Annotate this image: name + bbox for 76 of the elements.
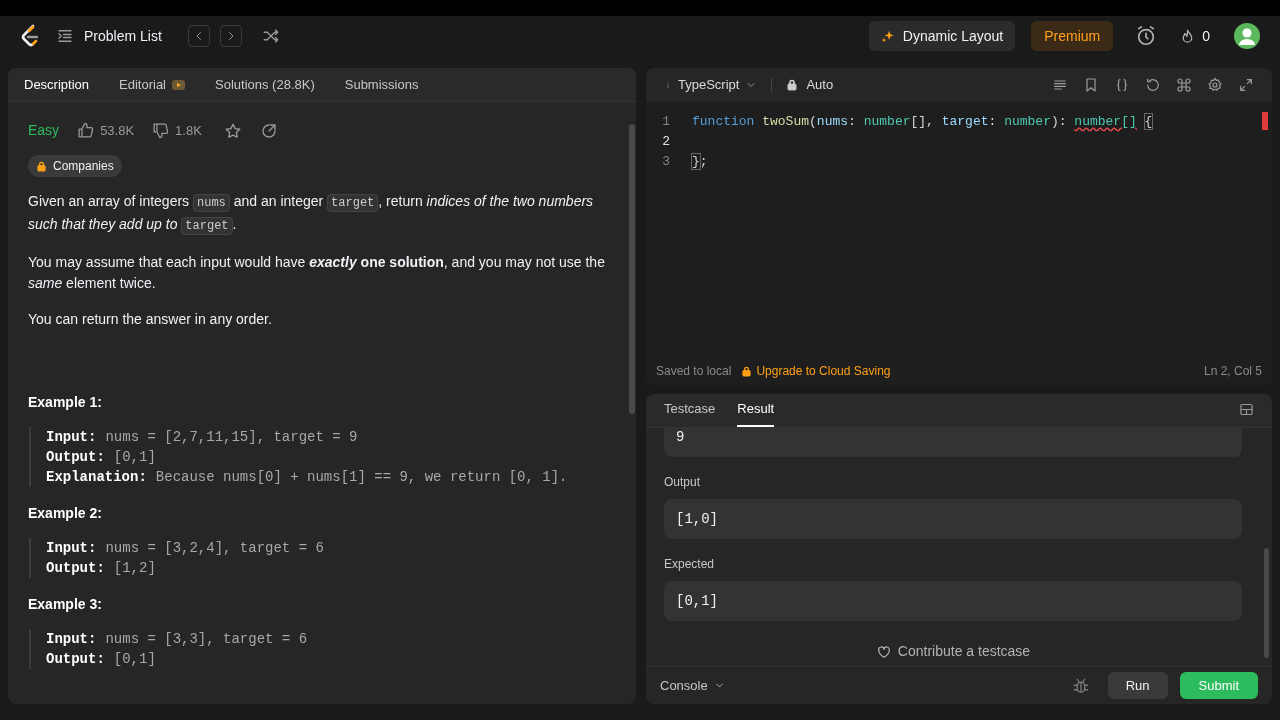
field-label: Output xyxy=(664,474,701,491)
example-label: Input: xyxy=(46,630,97,649)
problem-list-button[interactable]: Problem List xyxy=(56,25,162,47)
shuffle-icon[interactable] xyxy=(261,27,280,45)
list-icon xyxy=(56,27,74,45)
dynamic-layout-button[interactable]: Dynamic Layout xyxy=(868,21,1016,51)
reset-icon[interactable] xyxy=(1145,77,1161,93)
panel-tab[interactable]: Editorial xyxy=(119,74,185,95)
example-value: Because nums[0] + nums[1] == 9, we return [0, 1]. xyxy=(155,468,568,487)
example-label: Output: xyxy=(46,448,105,467)
avatar-icon[interactable] xyxy=(1234,23,1260,49)
example-label: Input: xyxy=(46,428,97,447)
layout-icon[interactable] xyxy=(1239,402,1254,417)
panel-tab[interactable]: Testcase xyxy=(664,394,716,427)
example-value: [0,1] xyxy=(113,650,156,669)
example-value: nums = [3,2,4], target = 6 xyxy=(105,539,324,558)
language-selector[interactable]: TypeScript xyxy=(664,75,758,95)
example-label: Explanation: xyxy=(46,468,147,487)
lock-icon xyxy=(786,79,799,91)
example-value: nums = [3,3], target = 6 xyxy=(105,630,308,649)
heart-icon xyxy=(875,643,892,660)
difficulty-label: Easy xyxy=(28,121,60,140)
contribute-testcase-button[interactable]: Contribute a testcase xyxy=(875,641,1031,662)
format-icon[interactable] xyxy=(1052,77,1068,93)
example-label: Input: xyxy=(46,539,97,558)
testcase-value: 9 xyxy=(676,428,685,447)
braces-icon[interactable] xyxy=(1114,77,1130,93)
panel-tab[interactable]: Solutions (28.8K) xyxy=(215,74,315,95)
example-heading: Example 2: xyxy=(28,504,103,523)
lock-icon xyxy=(741,365,753,377)
description-text: Given an array of integers nums and an integer target , return indices of the two numbers such that they add up to target . xyxy=(28,192,595,237)
console-button[interactable]: Console xyxy=(660,675,725,696)
line-number: 2 xyxy=(661,133,671,152)
sparkle-icon xyxy=(880,29,895,43)
line-number: 1 xyxy=(661,113,671,132)
panel-tab[interactable]: Description xyxy=(24,74,90,95)
bookmark-icon[interactable] xyxy=(1083,77,1099,93)
bug-icon[interactable] xyxy=(1071,676,1090,695)
panel-tab[interactable]: Submissions xyxy=(344,74,419,95)
companies-tag[interactable]: Companies xyxy=(28,155,122,177)
expand-icon[interactable] xyxy=(1238,77,1254,93)
settings-icon[interactable] xyxy=(1207,77,1223,93)
cursor-position: Ln 2, Col 5 xyxy=(1203,363,1262,380)
streak-counter[interactable]: 0 xyxy=(1179,25,1210,47)
share-icon[interactable] xyxy=(259,121,278,140)
premium-button[interactable]: Premium xyxy=(1031,21,1114,51)
example-label: Output: xyxy=(46,559,105,578)
dislike-button[interactable]: 1.8K xyxy=(152,120,202,141)
thumbs-up-icon xyxy=(77,122,95,139)
example-heading: Example 3: xyxy=(28,595,103,614)
scrollbar-thumb[interactable] xyxy=(629,124,635,414)
example-value: nums = [2,7,11,15], target = 9 xyxy=(105,428,358,447)
command-icon[interactable] xyxy=(1176,77,1192,93)
error-marker xyxy=(1262,112,1268,130)
description-text: You may assume that each input would have exactly one solution, and you may not use the same element twice. xyxy=(28,253,606,293)
upgrade-link[interactable]: Upgrade to Cloud Saving xyxy=(741,362,891,380)
output-value-box: [1,0] xyxy=(664,499,1242,539)
field-label: Expected xyxy=(664,556,715,573)
star-icon[interactable] xyxy=(223,121,242,140)
example-heading: Example 1: xyxy=(28,393,103,412)
save-status: Saved to local xyxy=(656,363,732,380)
like-button[interactable]: 53.8K xyxy=(77,120,135,141)
code-line: function twoSum(nums: number[], target: number): number[] { xyxy=(692,113,1153,132)
example-value: [0,1] xyxy=(113,448,156,467)
example-label: Output: xyxy=(46,650,105,669)
scrollbar-thumb[interactable] xyxy=(1263,548,1269,658)
run-button[interactable]: Run xyxy=(1107,672,1168,699)
video-icon xyxy=(172,79,185,90)
description-text: You can return the answer in any order. xyxy=(28,310,273,329)
auto-mode-button[interactable]: Auto xyxy=(786,75,834,95)
lock-icon xyxy=(36,160,47,172)
code-line: }; xyxy=(692,153,708,172)
example-value: [1,2] xyxy=(113,559,156,578)
output-value-box: [0,1] xyxy=(664,581,1242,621)
line-number: 3 xyxy=(661,153,671,172)
thumbs-down-icon xyxy=(152,122,170,139)
